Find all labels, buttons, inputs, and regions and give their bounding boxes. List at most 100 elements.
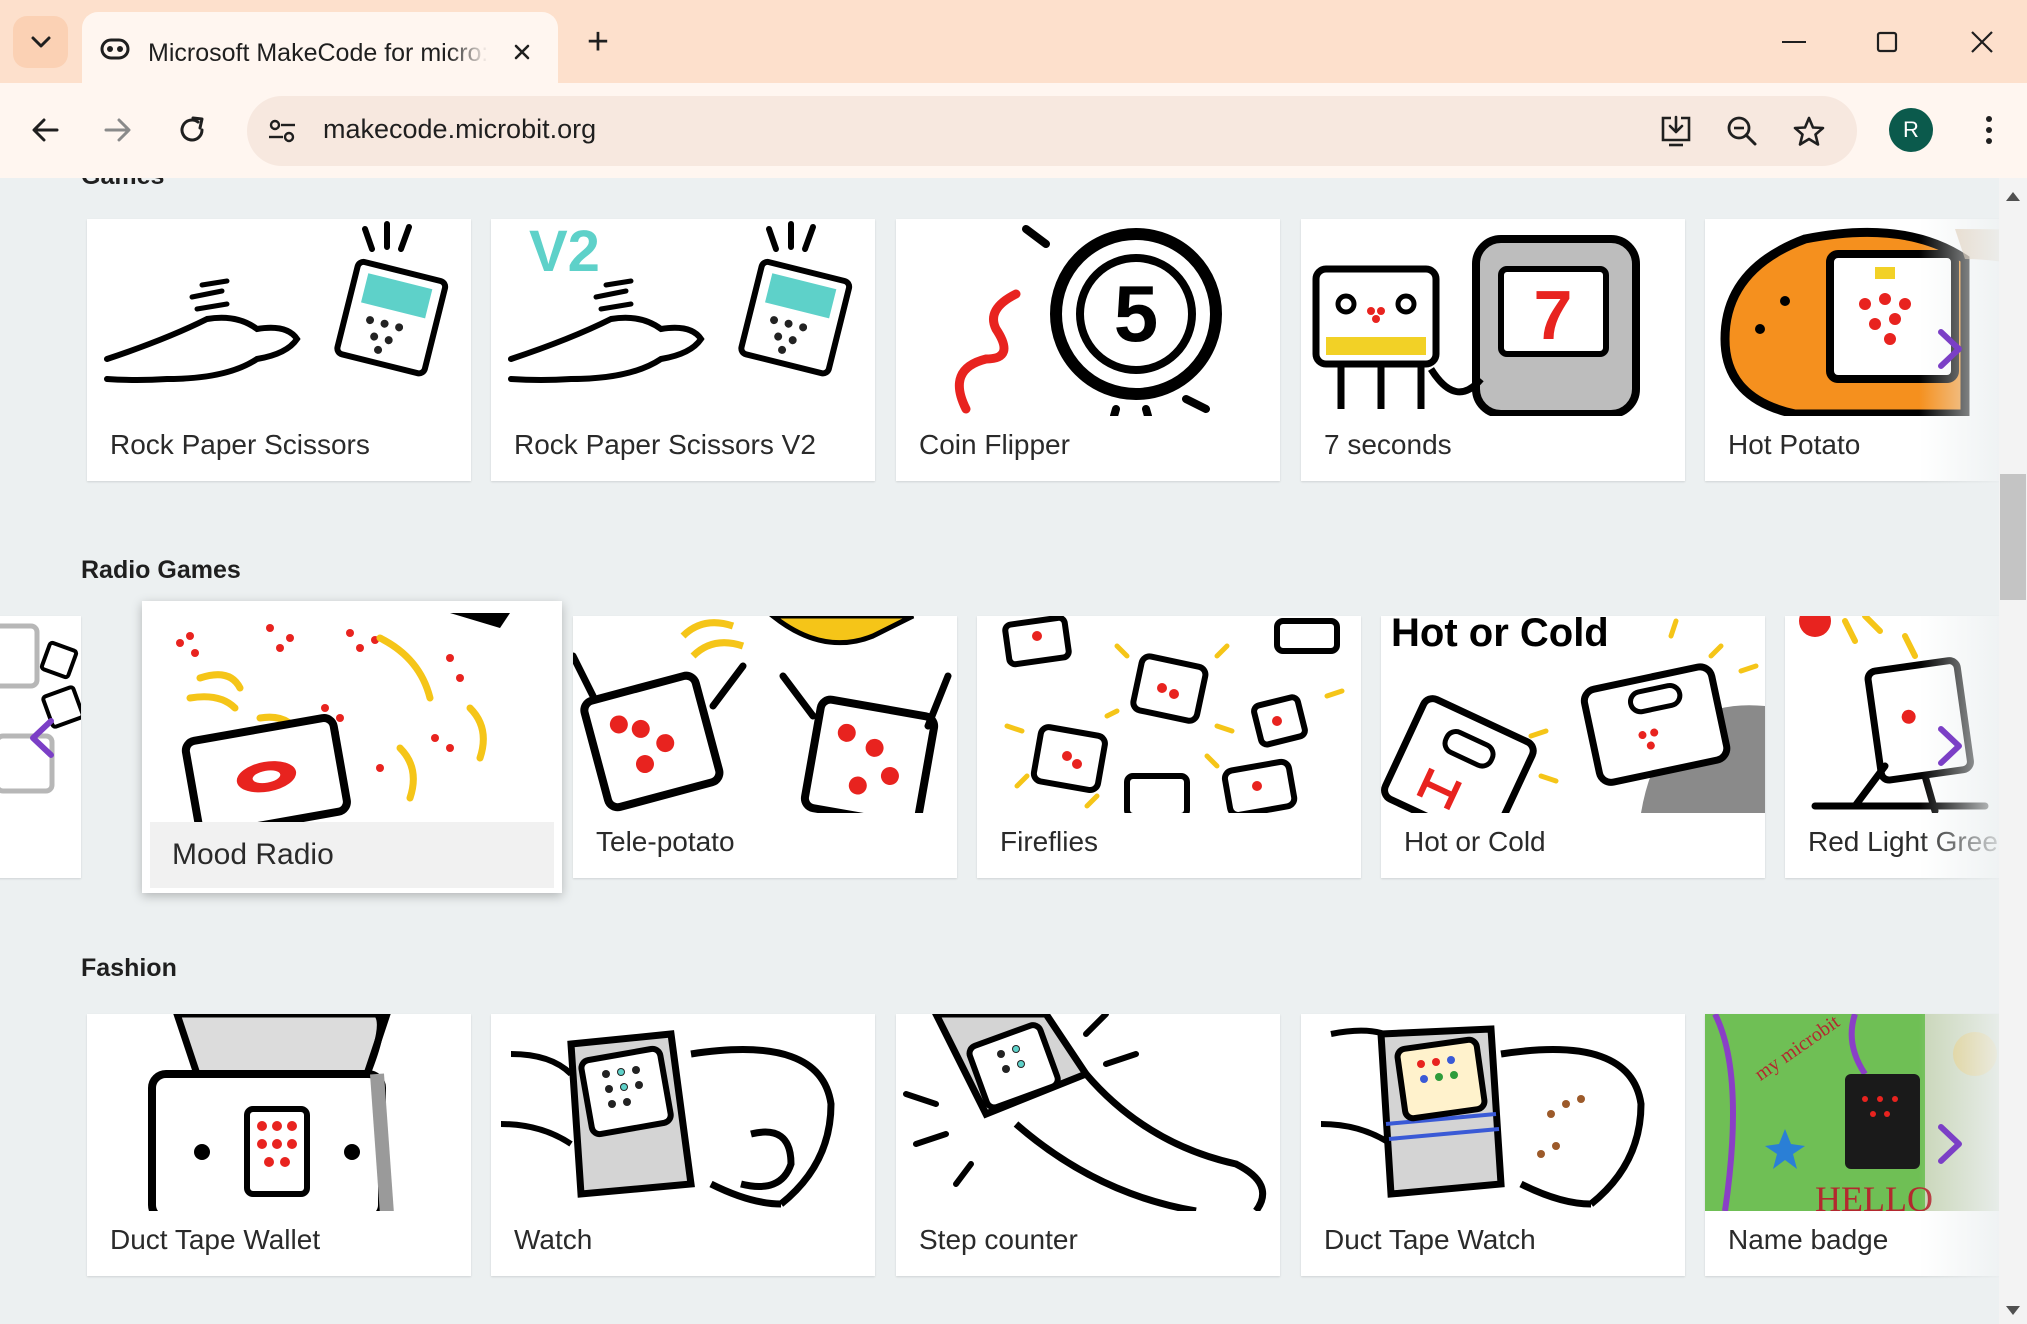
- star-icon: [1793, 116, 1825, 146]
- badge-hello: HELLO: [1815, 1179, 1933, 1211]
- zoom-button[interactable]: [1721, 110, 1763, 152]
- page-scrollbar[interactable]: [1999, 178, 2027, 1324]
- profile-avatar[interactable]: R: [1889, 108, 1933, 152]
- card-label: Hot Potato: [1728, 429, 1861, 460]
- close-window-button[interactable]: [1960, 20, 2004, 64]
- url-text: makecode.microbit.org: [323, 114, 597, 144]
- chevron-right-icon: [1938, 1124, 1962, 1164]
- back-button[interactable]: [22, 107, 68, 153]
- section-title-fashion: Fashion: [81, 954, 177, 982]
- reload-icon: [180, 116, 204, 142]
- chevron-right-icon: [1938, 726, 1962, 766]
- watch-thumbnail: [500, 1030, 835, 1208]
- forward-button[interactable]: [95, 107, 141, 153]
- v2-badge: V2: [529, 219, 600, 284]
- close-icon: [514, 44, 530, 60]
- browser-toolbar: makecode.microbit.org R: [0, 83, 2027, 178]
- scroll-down-button[interactable]: [1999, 1300, 2027, 1320]
- hot-or-cold-thumbnail: Hot or Cold: [1381, 616, 1765, 813]
- carousel-next-button[interactable]: [1930, 716, 1970, 776]
- tab-strip: Microsoft MakeCode for micro:bit +: [0, 0, 2027, 83]
- project-card[interactable]: Duct Tape Wallet: [87, 1014, 471, 1276]
- coin-number: 5: [1114, 269, 1159, 358]
- coin-flipper-thumbnail: 5: [954, 225, 1222, 416]
- seven-seconds-thumbnail: 7: [1312, 235, 1640, 416]
- chevron-left-icon: [30, 718, 54, 758]
- more-vert-icon: [1986, 116, 1992, 144]
- project-card[interactable]: Rock Paper Scissors: [87, 219, 471, 481]
- seven-number: 7: [1534, 276, 1573, 354]
- card-label: Hot or Cold: [1404, 826, 1546, 857]
- rock-paper-scissors-thumbnail: [104, 221, 449, 383]
- tune-icon: [269, 119, 295, 143]
- scrollbar-thumb[interactable]: [2000, 474, 2026, 600]
- tab-search-button[interactable]: [13, 16, 68, 68]
- maximize-icon: [1876, 31, 1898, 53]
- install-app-icon: [1661, 115, 1691, 147]
- new-tab-button[interactable]: +: [578, 22, 618, 62]
- project-card[interactable]: Fireflies: [977, 616, 1361, 878]
- step-counter-thumbnail: [903, 1014, 1267, 1211]
- duct-tape-wallet-thumbnail: [148, 1014, 394, 1211]
- close-icon: [1971, 31, 1993, 53]
- carousel-prev-button[interactable]: [22, 708, 62, 768]
- card-label: Tele-potato: [596, 826, 735, 857]
- page-content: Games Rock Paper Scissors V2 Rock Paper …: [0, 178, 1999, 1324]
- site-info-button[interactable]: [257, 106, 307, 156]
- hot-potato-thumbnail: [1720, 227, 1999, 416]
- carousel-radio-games: Mood Radio Tele-potato Fireflies Hot or …: [0, 601, 1999, 893]
- triangle-up-icon: [2006, 191, 2020, 201]
- back-arrow-icon: [32, 118, 59, 142]
- card-label: Mood Radio: [150, 822, 554, 888]
- card-label: Duct Tape Wallet: [110, 1224, 321, 1255]
- rock-paper-scissors-v2-thumbnail: V2: [508, 219, 853, 383]
- project-card[interactable]: 5 Coin Flipper: [896, 219, 1280, 481]
- makecode-icon: [100, 38, 130, 60]
- browser-menu-button[interactable]: [1966, 107, 2012, 153]
- card-label: Rock Paper Scissors V2: [514, 429, 816, 460]
- project-card[interactable]: Hot or Cold Hot or Cold: [1381, 616, 1765, 878]
- carousel-fashion: Duct Tape Wallet Watch Step counter Duct…: [0, 1014, 1999, 1284]
- card-label: Fireflies: [1000, 826, 1099, 857]
- chevron-right-icon: [1938, 329, 1962, 369]
- hot-cold-heading: Hot or Cold: [1391, 616, 1609, 655]
- project-card[interactable]: Tele-potato: [573, 616, 957, 878]
- scroll-up-button[interactable]: [1999, 186, 2027, 206]
- section-title-games: Games: [81, 178, 164, 191]
- project-card[interactable]: Watch: [491, 1014, 875, 1276]
- project-card[interactable]: Step counter: [896, 1014, 1280, 1276]
- triangle-down-icon: [2006, 1305, 2020, 1315]
- carousel-games: Rock Paper Scissors V2 Rock Paper Scisso…: [0, 219, 1999, 489]
- carousel-next-button[interactable]: [1930, 1114, 1970, 1174]
- project-card[interactable]: Duct Tape Watch: [1301, 1014, 1685, 1276]
- tab-title: Microsoft MakeCode for micro:bit: [148, 39, 488, 71]
- mood-radio-thumbnail: [176, 613, 510, 822]
- tele-potato-thumbnail: [573, 616, 952, 813]
- card-label: Watch: [514, 1224, 593, 1255]
- section-title-radio-games: Radio Games: [81, 556, 241, 584]
- card-label: Red Light Green Light: [1808, 826, 1999, 857]
- project-card[interactable]: V2 Rock Paper Scissors V2: [491, 219, 875, 481]
- card-label: Coin Flipper: [919, 429, 1070, 460]
- bookmark-button[interactable]: [1788, 110, 1830, 152]
- forward-arrow-icon: [104, 118, 131, 142]
- minimize-icon: [1782, 41, 1806, 43]
- card-label: 7 seconds: [1324, 429, 1452, 460]
- duct-tape-watch-thumbnail: [1320, 1025, 1645, 1208]
- card-label: Step counter: [919, 1224, 1078, 1255]
- card-label: Duct Tape Watch: [1324, 1224, 1536, 1255]
- card-label: Name badge: [1728, 1224, 1889, 1255]
- card-label: Rock Paper Scissors: [110, 429, 370, 460]
- reload-button[interactable]: [169, 107, 215, 153]
- address-bar[interactable]: makecode.microbit.org: [247, 96, 1857, 166]
- minimize-button[interactable]: [1772, 20, 1816, 64]
- maximize-button[interactable]: [1865, 20, 1909, 64]
- plus-icon: +: [586, 21, 610, 63]
- project-card[interactable]: 7 7 seconds: [1301, 219, 1685, 481]
- carousel-next-button[interactable]: [1930, 319, 1970, 379]
- zoom-out-icon: [1727, 116, 1757, 146]
- close-tab-button[interactable]: [504, 34, 540, 70]
- project-card-selected[interactable]: Mood Radio: [142, 601, 562, 893]
- install-app-button[interactable]: [1655, 110, 1697, 152]
- browser-tab-active[interactable]: Microsoft MakeCode for micro:bit: [82, 12, 558, 83]
